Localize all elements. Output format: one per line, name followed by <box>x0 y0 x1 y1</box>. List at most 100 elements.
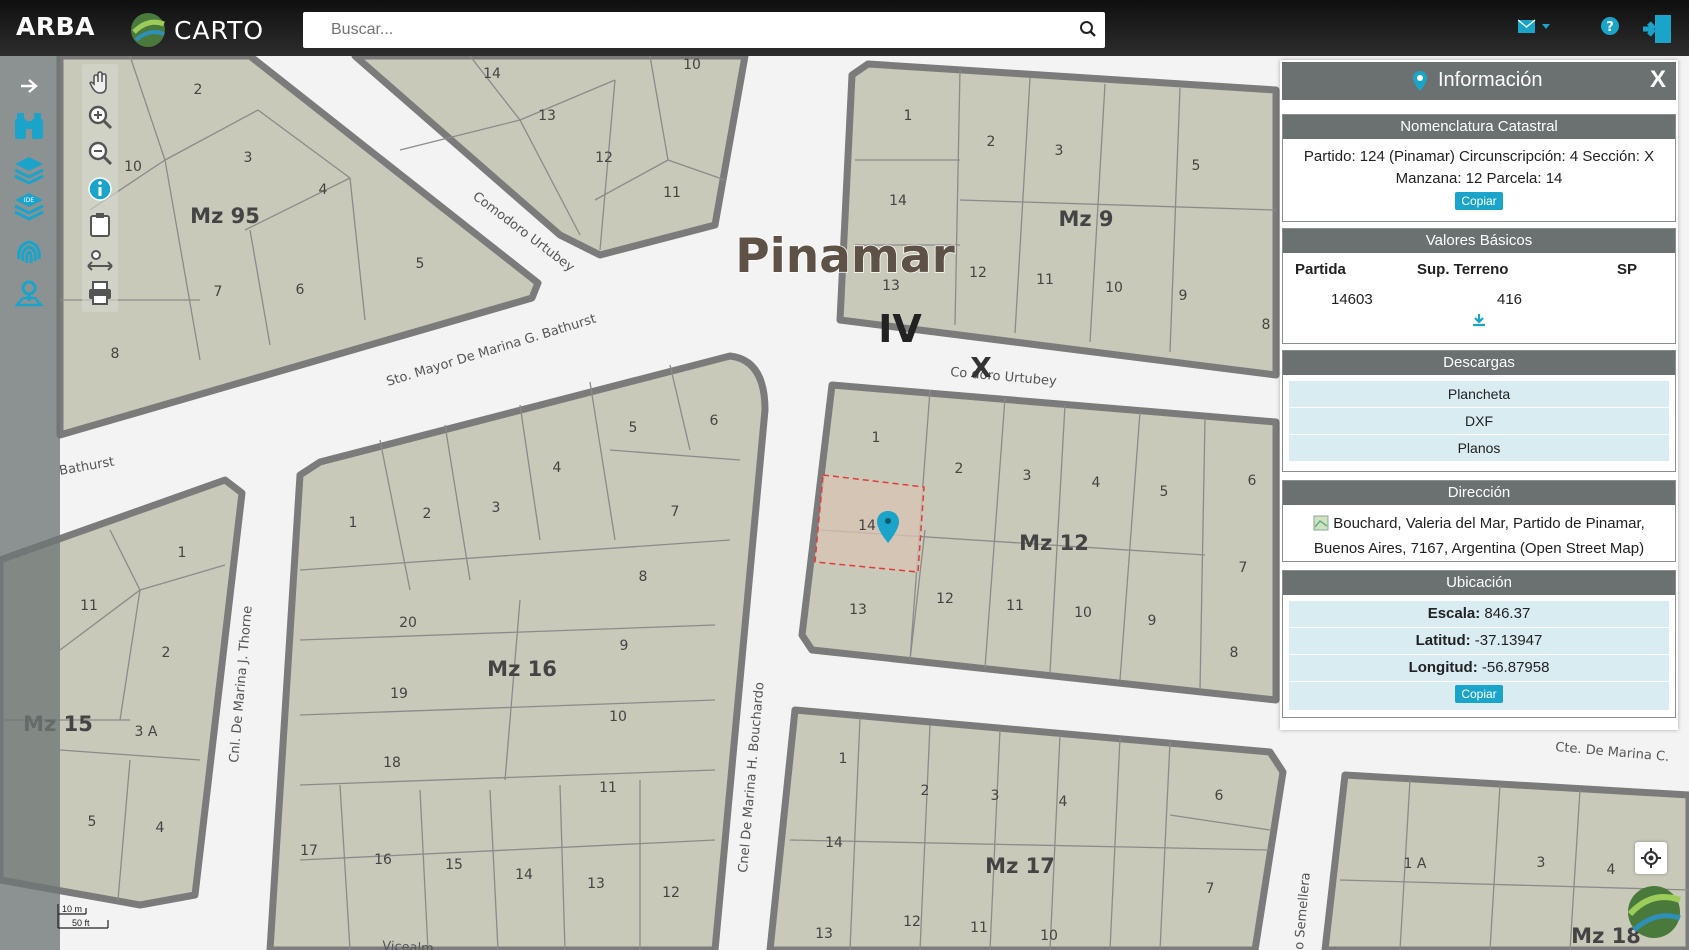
download-icon[interactable] <box>1283 313 1675 332</box>
svg-text:12: 12 <box>662 885 680 901</box>
download-plancheta[interactable]: Plancheta <box>1289 381 1669 408</box>
longitud-row: Longitud: -56.87958 <box>1289 655 1669 682</box>
scale-feet: 50 ft <box>72 918 90 928</box>
layers-icon[interactable] <box>12 154 46 186</box>
info-panel-title: Información <box>1438 69 1543 91</box>
svg-text:1 A: 1 A <box>1404 856 1427 872</box>
svg-text:14: 14 <box>483 66 501 82</box>
map-pin-icon <box>1412 70 1428 97</box>
svg-text:4: 4 <box>319 182 328 198</box>
block-label-mz12: Mz 12 <box>1019 531 1089 555</box>
svg-text:2: 2 <box>423 506 432 522</box>
svg-text:IDE: IDE <box>24 197 34 204</box>
svg-text:5: 5 <box>1192 158 1201 174</box>
carto-logo[interactable]: CARTO <box>128 10 264 50</box>
svg-text:11: 11 <box>1006 598 1024 614</box>
svg-text:5: 5 <box>1160 484 1169 500</box>
collapse-arrow-icon[interactable] <box>12 70 46 102</box>
close-button[interactable]: X <box>1650 66 1666 94</box>
section-valores-basicos: Valores Básicos Partida Sup. Terreno SP … <box>1282 228 1676 344</box>
fingerprint-icon[interactable] <box>12 236 46 268</box>
svg-text:6: 6 <box>296 282 305 298</box>
circunscripcion-label: IV <box>878 307 922 351</box>
zoom-out-icon[interactable] <box>85 138 115 168</box>
svg-text:5: 5 <box>416 256 425 272</box>
svg-text:8: 8 <box>111 346 120 362</box>
svg-text:8: 8 <box>1262 317 1271 333</box>
svg-text:10: 10 <box>683 57 701 73</box>
svg-text:11: 11 <box>1036 272 1054 288</box>
svg-text:12: 12 <box>595 150 613 166</box>
clipboard-icon[interactable] <box>85 210 115 240</box>
svg-text:6: 6 <box>710 413 719 429</box>
arba-logo[interactable]: ARBA <box>16 12 95 41</box>
svg-text:13: 13 <box>849 602 867 618</box>
svg-text:1: 1 <box>872 430 881 446</box>
binoculars-icon[interactable] <box>12 110 46 142</box>
copy-nomenclatura-button[interactable]: Copiar <box>1455 192 1503 210</box>
section-descargas-header: Descargas <box>1283 351 1675 375</box>
column-header-partida: Partida <box>1295 261 1346 278</box>
svg-text:2: 2 <box>194 82 203 98</box>
latitud-row: Latitud: -37.13947 <box>1289 628 1669 655</box>
longitud-value: -56.87958 <box>1481 659 1550 676</box>
svg-text:14: 14 <box>889 193 907 209</box>
copy-coordinates-button[interactable]: Copiar <box>1455 685 1503 703</box>
info-icon[interactable] <box>85 174 115 204</box>
svg-text:1: 1 <box>904 108 913 124</box>
section-direccion: Dirección Bouchard, Valeria del Mar, Par… <box>1282 480 1676 562</box>
user-location-icon[interactable] <box>12 278 46 310</box>
carto-watermark-icon <box>1627 886 1682 938</box>
escala-label: Escala: <box>1427 605 1481 622</box>
left-sidebar: IDE <box>0 56 60 950</box>
svg-text:13: 13 <box>538 108 556 124</box>
sign-out-icon[interactable] <box>1640 12 1674 51</box>
svg-text:8: 8 <box>1230 645 1239 661</box>
carto-globe-icon <box>131 13 165 47</box>
pan-hand-icon[interactable] <box>85 68 115 98</box>
svg-text:4: 4 <box>1059 794 1068 810</box>
svg-text:11: 11 <box>663 185 681 201</box>
search-icon[interactable] <box>1079 20 1097 43</box>
svg-text:11: 11 <box>970 920 988 936</box>
ide-layers-icon[interactable]: IDE <box>12 190 46 222</box>
question-icon[interactable]: ? <box>1600 16 1620 41</box>
svg-text:12: 12 <box>903 914 921 930</box>
zoom-in-icon[interactable] <box>85 102 115 132</box>
measure-icon[interactable] <box>85 244 115 274</box>
svg-text:14: 14 <box>825 835 843 851</box>
svg-text:20: 20 <box>399 615 417 631</box>
svg-text:4: 4 <box>1092 475 1101 491</box>
svg-text:9: 9 <box>620 638 629 654</box>
svg-text:11: 11 <box>599 780 617 796</box>
svg-text:3: 3 <box>1537 855 1546 871</box>
section-descargas: Descargas Plancheta DXF Planos <box>1282 350 1676 472</box>
scale-bar: 10 m 50 ft <box>56 902 112 934</box>
latitud-label: Latitud: <box>1415 632 1471 649</box>
svg-text:6: 6 <box>1248 473 1257 489</box>
print-icon[interactable] <box>85 278 115 308</box>
svg-text:10: 10 <box>609 709 627 725</box>
download-dxf[interactable]: DXF <box>1289 408 1669 435</box>
nomenclatura-line-1: Partido: 124 (Pinamar) Circunscripción: … <box>1303 148 1655 165</box>
search-input[interactable] <box>303 12 1091 48</box>
svg-text:4: 4 <box>1607 862 1616 878</box>
svg-text:1: 1 <box>178 545 187 561</box>
block-label-mz18: Mz 18 <box>1571 924 1641 948</box>
locate-button[interactable] <box>1635 842 1667 874</box>
svg-text:7: 7 <box>671 504 680 520</box>
svg-text:9: 9 <box>1179 288 1188 304</box>
svg-text:17: 17 <box>300 843 318 859</box>
svg-text:10: 10 <box>1074 605 1092 621</box>
nomenclatura-line-2: Manzana: 12 Parcela: 14 <box>1395 170 1563 187</box>
svg-text:11: 11 <box>80 598 98 614</box>
svg-text:10: 10 <box>1105 280 1123 296</box>
svg-text:13: 13 <box>815 926 833 942</box>
svg-text:5: 5 <box>88 814 97 830</box>
download-planos[interactable]: Planos <box>1289 435 1669 462</box>
svg-text:3 A: 3 A <box>135 724 158 740</box>
envelope-icon[interactable] <box>1517 19 1552 40</box>
svg-text:12: 12 <box>969 265 987 281</box>
svg-text:?: ? <box>1606 20 1614 35</box>
svg-text:2: 2 <box>987 134 996 150</box>
